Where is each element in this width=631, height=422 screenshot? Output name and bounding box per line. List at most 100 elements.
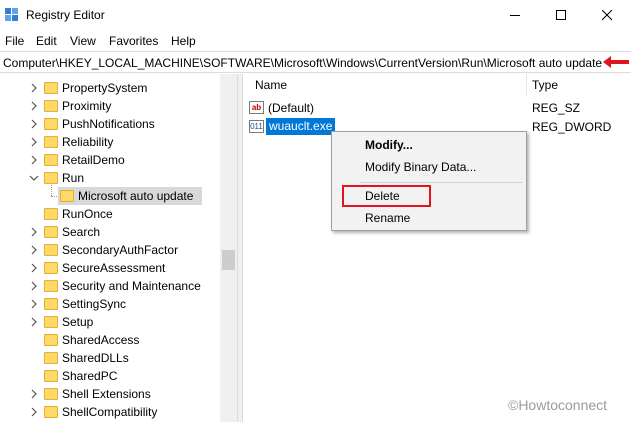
folder-icon xyxy=(44,118,58,130)
minimize-button[interactable] xyxy=(493,0,539,31)
string-value-icon: ab xyxy=(249,101,264,114)
folder-icon xyxy=(44,388,58,400)
window-title: Registry Editor xyxy=(26,8,105,22)
menu-favorites[interactable]: Favorites xyxy=(109,34,158,48)
close-button[interactable] xyxy=(585,0,631,31)
chevron-right-icon[interactable] xyxy=(28,244,40,256)
column-header-name[interactable]: Name xyxy=(255,78,287,92)
tree-item[interactable]: RetailDemo xyxy=(0,151,220,169)
menu-edit[interactable]: Edit xyxy=(36,34,57,48)
folder-icon xyxy=(44,298,58,310)
tree-item[interactable]: SharedAccess xyxy=(0,331,220,349)
folder-icon xyxy=(44,334,58,346)
tree-item[interactable]: Proximity xyxy=(0,97,220,115)
tree-item-label: Setup xyxy=(62,315,94,329)
tree-item-label: Security and Maintenance xyxy=(62,279,201,293)
column-divider[interactable] xyxy=(526,74,527,96)
tree-item[interactable]: Search xyxy=(0,223,220,241)
tree-item-label: Shell Extensions xyxy=(62,387,151,401)
tree-item-label: SharedAccess xyxy=(62,333,140,347)
context-rename[interactable]: Rename xyxy=(365,211,410,225)
tree-item[interactable]: Run xyxy=(0,169,220,187)
tree-item-label: SecureAssessment xyxy=(62,261,166,275)
close-icon xyxy=(602,10,613,21)
tree-item-label: Microsoft auto update xyxy=(78,189,194,203)
chevron-right-icon[interactable] xyxy=(28,298,40,310)
tree-item[interactable]: RunOnce xyxy=(0,205,220,223)
values-list[interactable]: Name Type ab (Default) REG_SZ 011 wuaucl… xyxy=(243,74,631,422)
folder-icon xyxy=(44,172,58,184)
tree-item[interactable]: SecondaryAuthFactor xyxy=(0,241,220,259)
tree-item[interactable]: Microsoft auto update xyxy=(0,187,220,205)
tree-item[interactable]: SharedDLLs xyxy=(0,349,220,367)
key-tree[interactable]: PropertySystem Proximity PushNotifications… xyxy=(0,74,237,422)
chevron-right-icon[interactable] xyxy=(28,136,40,148)
tree-item[interactable]: Security and Maintenance xyxy=(0,277,220,295)
menu-bar: File Edit View Favorites Help xyxy=(0,31,631,51)
chevron-right-icon[interactable] xyxy=(28,226,40,238)
binary-value-icon: 011 xyxy=(249,120,264,133)
context-modify-binary[interactable]: Modify Binary Data... xyxy=(365,160,476,174)
folder-icon xyxy=(44,100,58,112)
value-type: REG_SZ xyxy=(532,101,581,115)
menu-view[interactable]: View xyxy=(70,34,96,48)
value-name: wuauclt.exe xyxy=(264,117,337,136)
tree-item[interactable]: SecureAssessment xyxy=(0,259,220,277)
folder-icon xyxy=(44,208,58,220)
folder-icon xyxy=(44,136,58,148)
folder-icon xyxy=(44,406,58,418)
menu-separator xyxy=(360,182,522,183)
maximize-button[interactable] xyxy=(539,0,585,31)
column-header-type[interactable]: Type xyxy=(532,78,558,92)
tree-item[interactable]: PropertySystem xyxy=(0,79,220,97)
chevron-right-icon[interactable] xyxy=(28,262,40,274)
tree-item[interactable]: Setup xyxy=(0,313,220,331)
chevron-right-icon[interactable] xyxy=(28,388,40,400)
folder-icon xyxy=(44,316,58,328)
scrollbar-thumb[interactable] xyxy=(222,250,235,270)
chevron-right-icon[interactable] xyxy=(28,316,40,328)
tree-item-label: ShellCompatibility xyxy=(62,405,158,419)
tree-item[interactable]: Shell Extensions xyxy=(0,385,220,403)
folder-icon xyxy=(44,154,58,166)
tree-item[interactable]: SharedPC xyxy=(0,367,220,385)
red-arrow-icon xyxy=(603,56,629,68)
chevron-right-icon[interactable] xyxy=(28,154,40,166)
tree-item-label: PushNotifications xyxy=(62,117,155,131)
value-name: (Default) xyxy=(268,101,315,115)
menu-file[interactable]: File xyxy=(5,34,24,48)
folder-icon xyxy=(60,190,74,202)
tree-item-label: RetailDemo xyxy=(62,153,125,167)
folder-icon xyxy=(44,82,58,94)
value-type: REG_DWORD xyxy=(532,120,612,134)
title-bar: Registry Editor xyxy=(0,0,631,31)
tree-item[interactable]: SettingSync xyxy=(0,295,220,313)
chevron-right-icon[interactable] xyxy=(28,280,40,292)
tree-item-label: Run xyxy=(62,171,85,185)
context-menu: Modify... Modify Binary Data... Delete R… xyxy=(331,131,527,231)
tree-item[interactable]: PushNotifications xyxy=(0,115,220,133)
tree-item[interactable]: ShellCompatibility xyxy=(0,403,220,421)
tree-item[interactable]: Reliability xyxy=(0,133,220,151)
value-row[interactable]: ab (Default) REG_SZ xyxy=(243,99,631,117)
tree-item-label: RunOnce xyxy=(62,207,113,221)
context-modify[interactable]: Modify... xyxy=(365,138,413,152)
registry-editor-icon xyxy=(5,8,18,21)
tree-item-label: SecondaryAuthFactor xyxy=(62,243,179,257)
chevron-right-icon[interactable] xyxy=(28,118,40,130)
tree-item-label: SharedPC xyxy=(62,369,118,383)
folder-icon xyxy=(44,370,58,382)
folder-icon xyxy=(44,352,58,364)
folder-icon xyxy=(44,244,58,256)
chevron-right-icon[interactable] xyxy=(28,100,40,112)
address-bar[interactable]: Computer\HKEY_LOCAL_MACHINE\SOFTWARE\Mic… xyxy=(0,51,631,73)
chevron-down-icon[interactable] xyxy=(28,172,40,184)
tree-scrollbar[interactable] xyxy=(220,74,237,422)
address-path[interactable]: Computer\HKEY_LOCAL_MACHINE\SOFTWARE\Mic… xyxy=(3,56,602,70)
watermark: ©Howtoconnect xyxy=(508,397,608,413)
chevron-right-icon[interactable] xyxy=(28,406,40,418)
menu-help[interactable]: Help xyxy=(171,34,196,48)
chevron-right-icon[interactable] xyxy=(28,82,40,94)
maximize-icon xyxy=(556,10,566,20)
folder-icon xyxy=(44,226,58,238)
